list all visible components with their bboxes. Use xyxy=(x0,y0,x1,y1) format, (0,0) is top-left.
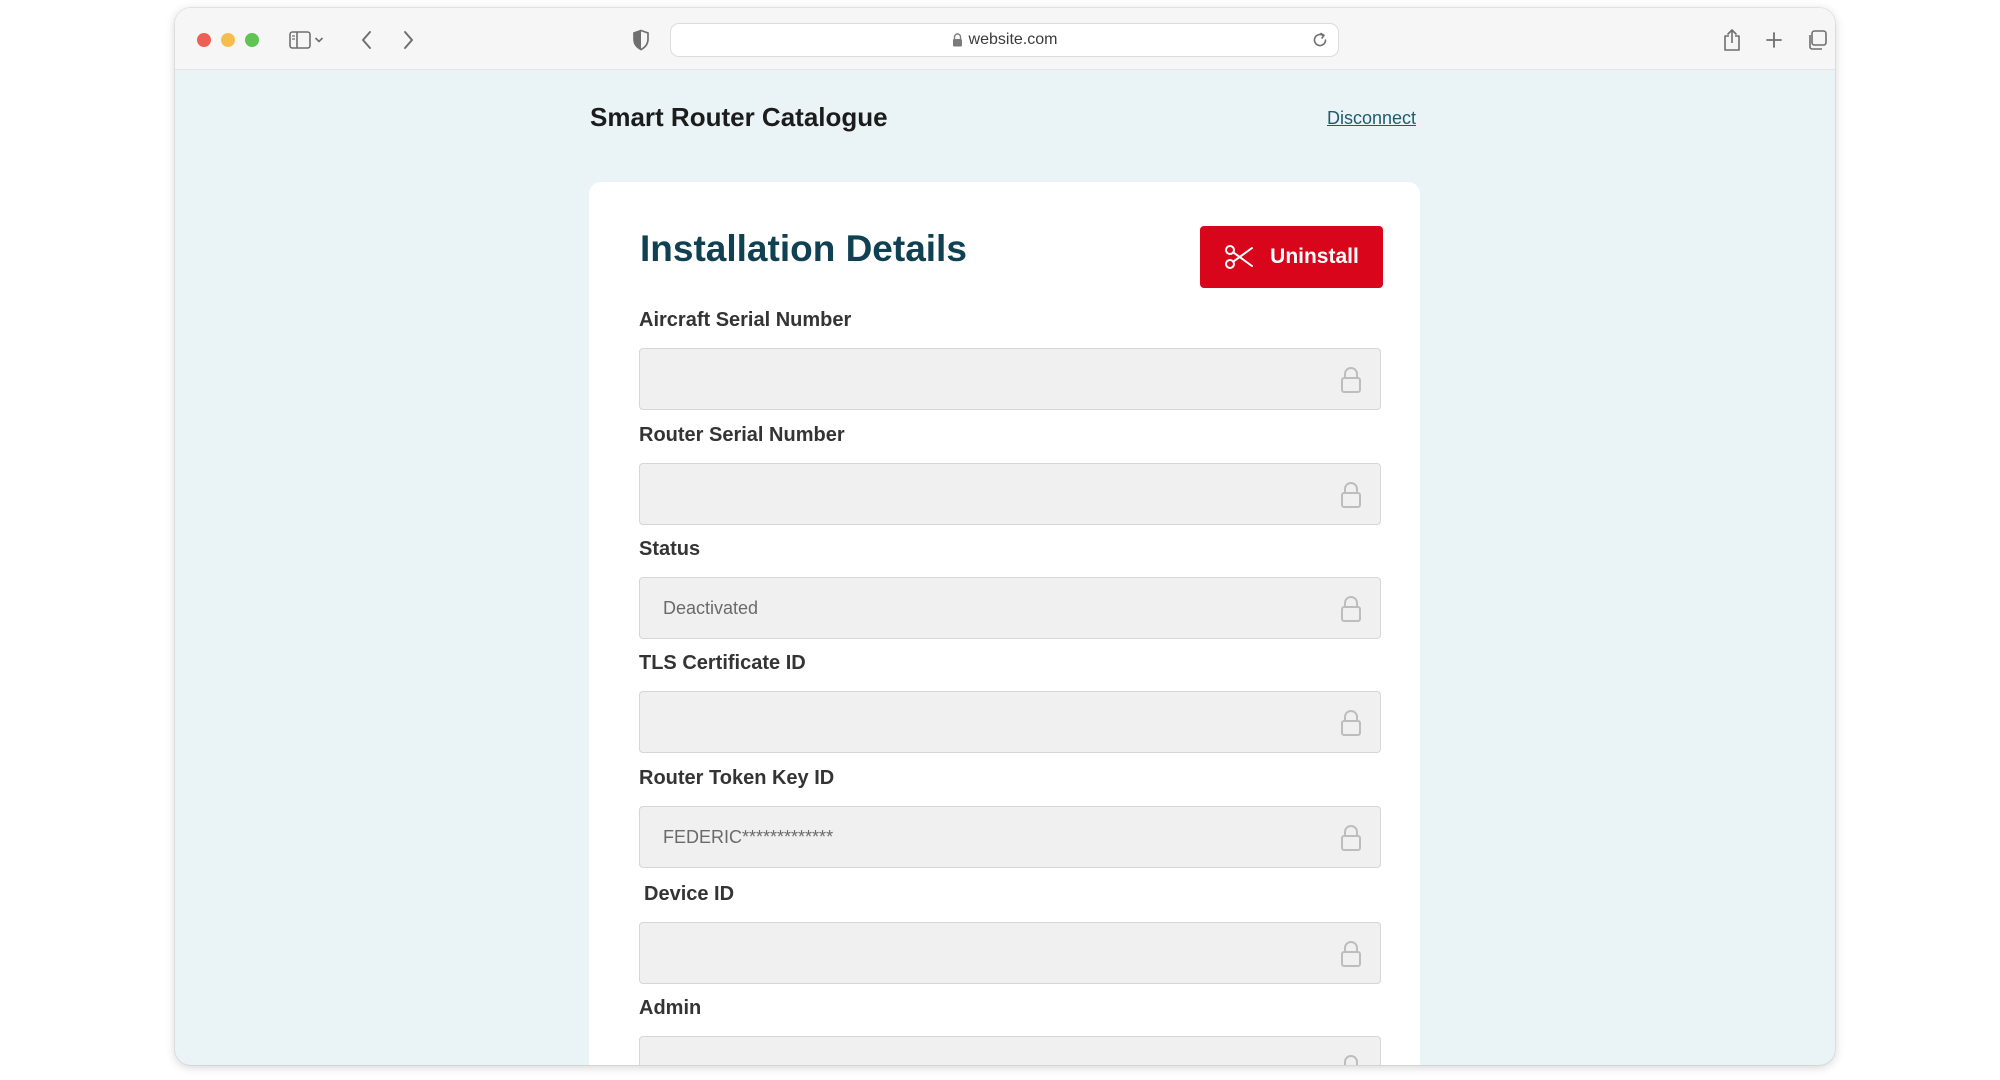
router-serial-number-input[interactable] xyxy=(639,463,1381,525)
chevron-down-icon[interactable] xyxy=(311,27,327,53)
admin-field: Admin xyxy=(639,996,1381,1065)
router-serial-number-field: Router Serial Number xyxy=(639,423,1381,525)
back-icon[interactable] xyxy=(353,27,381,53)
sidebar-icon[interactable] xyxy=(286,27,314,53)
disconnect-link[interactable]: Disconnect xyxy=(1327,108,1416,129)
status-input[interactable]: Deactivated xyxy=(639,577,1381,639)
uninstall-button[interactable]: Uninstall xyxy=(1200,226,1383,288)
card-title: Installation Details xyxy=(640,228,967,269)
lock-icon xyxy=(1340,481,1362,509)
lock-icon xyxy=(1340,366,1362,394)
router-token-key-id-input[interactable]: FEDERIC************* xyxy=(639,806,1381,868)
field-value: Deactivated xyxy=(663,597,759,618)
share-icon[interactable] xyxy=(1718,27,1746,53)
field-label: Status xyxy=(639,538,701,560)
shield-icon[interactable] xyxy=(627,27,655,53)
tabs-overview-icon[interactable] xyxy=(1803,27,1831,53)
tls-certificate-id-field: TLS Certificate ID xyxy=(639,651,1381,753)
field-label: Router Serial Number xyxy=(639,424,845,446)
field-label: Router Token Key ID xyxy=(639,767,835,789)
lock-icon xyxy=(952,33,963,47)
installation-details-card: Installation Details Uninstall Aircraft … xyxy=(589,182,1420,1065)
scissors-icon xyxy=(1224,244,1254,270)
browser-window: website.com Smart Router Catalogue Disco… xyxy=(175,8,1835,1065)
device-id-input[interactable] xyxy=(639,922,1381,984)
lock-icon xyxy=(1340,595,1362,623)
field-label: Device ID xyxy=(644,883,735,905)
device-id-field: Device ID xyxy=(639,882,1381,984)
uninstall-label: Uninstall xyxy=(1270,245,1359,268)
zoom-window-button[interactable] xyxy=(245,33,259,47)
field-label: Aircraft Serial Number xyxy=(639,309,852,331)
lock-icon xyxy=(1340,1054,1362,1065)
lock-icon xyxy=(1340,940,1362,968)
plus-icon[interactable] xyxy=(1760,27,1788,53)
app-title: Smart Router Catalogue xyxy=(590,102,888,132)
tls-certificate-id-input[interactable] xyxy=(639,691,1381,753)
aircraft-serial-number-input[interactable] xyxy=(639,348,1381,410)
lock-icon xyxy=(1340,709,1362,737)
field-label: Admin xyxy=(639,997,702,1019)
reload-icon[interactable] xyxy=(1310,30,1330,50)
address-bar[interactable]: website.com xyxy=(670,23,1339,57)
forward-icon[interactable] xyxy=(394,27,422,53)
status-field: Status Deactivated xyxy=(639,537,1381,639)
browser-toolbar: website.com xyxy=(175,8,1835,70)
minimize-window-button[interactable] xyxy=(221,33,235,47)
close-window-button[interactable] xyxy=(197,33,211,47)
lock-icon xyxy=(1340,824,1362,852)
field-value: FEDERIC************* xyxy=(663,826,834,847)
router-token-key-id-field: Router Token Key ID FEDERIC************* xyxy=(639,766,1381,868)
field-label: TLS Certificate ID xyxy=(639,652,806,674)
aircraft-serial-number-field: Aircraft Serial Number xyxy=(639,308,1381,410)
page-content: Smart Router Catalogue Disconnect Instal… xyxy=(175,70,1835,1065)
admin-input[interactable] xyxy=(639,1036,1381,1065)
address-url: website.com xyxy=(968,31,1058,48)
